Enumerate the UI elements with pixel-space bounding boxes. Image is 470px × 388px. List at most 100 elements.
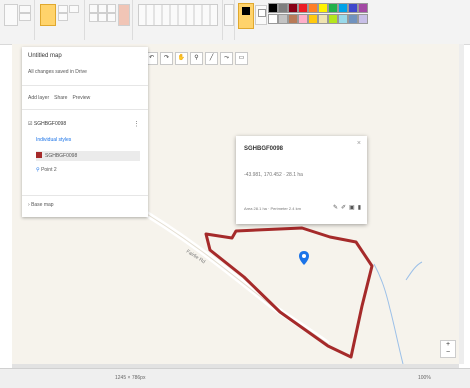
style-icon[interactable]: ✎ — [333, 204, 338, 211]
list-item-selected[interactable]: SGHBGF0098 — [36, 151, 140, 161]
color-swatch[interactable] — [308, 3, 318, 13]
color-swatch[interactable] — [348, 3, 358, 13]
text-icon[interactable] — [107, 4, 116, 13]
base-map-toggle[interactable]: › Base map — [28, 202, 54, 208]
color2-swatch — [258, 9, 266, 17]
color-swatch[interactable] — [328, 14, 338, 24]
brushes-button[interactable] — [118, 4, 130, 26]
color-swatch[interactable] — [278, 3, 288, 13]
size-button[interactable] — [224, 4, 234, 26]
color-swatch[interactable] — [268, 14, 278, 24]
ribbon-group-clipboard — [0, 0, 35, 40]
list-item[interactable]: ⚲ Point 2 — [36, 167, 57, 173]
color-swatch[interactable] — [358, 3, 368, 13]
chevron-icon: › — [28, 202, 30, 208]
color-swatch[interactable] — [288, 3, 298, 13]
color-swatch[interactable] — [268, 3, 278, 13]
divider — [22, 85, 148, 86]
color2-button[interactable] — [255, 5, 267, 25]
status-bar: 1245 × 786px 100% — [0, 368, 470, 388]
cut-button[interactable] — [19, 5, 31, 13]
color-swatch[interactable] — [298, 3, 308, 13]
color-swatch[interactable] — [318, 14, 328, 24]
map-canvas[interactable]: Fairlie Rd ↶ ↷ ✋ ⚲ ╱ ⤳ ▭ Untitled map Al… — [12, 44, 459, 364]
stream-branch — [405, 261, 423, 281]
base-map-label: Base map — [31, 202, 54, 208]
photo-icon[interactable]: ▣ — [349, 204, 355, 211]
color-palette — [268, 3, 368, 27]
color-swatch[interactable] — [348, 14, 358, 24]
share-button[interactable]: Share — [54, 95, 67, 101]
polygon-icon — [36, 152, 42, 158]
select-button[interactable] — [40, 4, 56, 26]
preview-button[interactable]: Preview — [72, 95, 90, 101]
divider — [22, 109, 148, 110]
ribbon-group-image — [34, 0, 85, 40]
parcel-boundary[interactable] — [204, 226, 374, 359]
color1-swatch — [242, 7, 250, 15]
panel-actions: Add layer Share Preview — [28, 95, 90, 101]
color1-button[interactable] — [238, 3, 254, 29]
layer-options-icon[interactable]: ⋮ — [133, 120, 140, 128]
info-popup: SGHBGF0098 × -43.981, 170.452 · 28.1 ha … — [236, 136, 367, 224]
popup-actions: ✎ ✐ ▣ ▮ — [333, 204, 361, 211]
popup-title: SGHBGF0098 — [244, 146, 284, 152]
marker-icon[interactable]: ⚲ — [190, 52, 203, 65]
zoom-level: 100% — [418, 375, 431, 381]
redo-icon[interactable]: ↷ — [160, 52, 173, 65]
road — [128, 201, 330, 347]
ruler-icon[interactable]: ▭ — [235, 52, 248, 65]
map-title[interactable]: Untitled map — [28, 53, 62, 59]
style-link[interactable]: Individual styles — [36, 137, 71, 143]
paste-button[interactable] — [4, 4, 18, 26]
ribbon-group-tools — [84, 0, 133, 40]
color-swatch[interactable] — [328, 3, 338, 13]
list-item-label: Point 2 — [41, 167, 57, 173]
image-size: 1245 × 786px — [115, 375, 146, 381]
fill-icon[interactable] — [98, 4, 107, 13]
color-swatch[interactable] — [288, 14, 298, 24]
edit-icon[interactable]: ✐ — [341, 204, 346, 211]
vertical-scrollbar[interactable] — [459, 44, 464, 364]
ribbon-group-colors — [234, 0, 374, 40]
route-icon[interactable]: ⤳ — [220, 52, 233, 65]
stream — [373, 263, 404, 364]
eraser-icon[interactable] — [89, 13, 98, 22]
zoom-in-icon[interactable]: + — [441, 341, 455, 349]
add-layer-button[interactable]: Add layer — [28, 95, 49, 101]
line-icon[interactable]: ╱ — [205, 52, 218, 65]
ribbon — [0, 0, 470, 45]
map-subtitle: All changes saved in Drive — [28, 69, 87, 75]
picker-icon[interactable] — [98, 13, 107, 22]
rotate-button[interactable] — [69, 5, 79, 13]
map-marker-icon[interactable] — [299, 251, 309, 265]
list-item-label: SGHBGF0098 — [45, 153, 78, 159]
shapes-gallery[interactable] — [138, 4, 218, 26]
popup-footer: Area 28.1 ha · Perimeter 2.4 km — [244, 206, 301, 211]
layer-name[interactable]: ☑ SGHBGF0098 — [28, 121, 66, 127]
color-swatch[interactable] — [338, 3, 348, 13]
pencil-icon[interactable] — [89, 4, 98, 13]
magnifier-icon[interactable] — [107, 13, 116, 22]
delete-icon[interactable]: ▮ — [358, 204, 361, 211]
checkbox-icon[interactable]: ☑ — [28, 121, 32, 127]
color-swatch[interactable] — [318, 3, 328, 13]
layers-panel: Untitled map All changes saved in Drive … — [22, 47, 148, 217]
color-swatch[interactable] — [358, 14, 368, 24]
color-swatch[interactable] — [278, 14, 288, 24]
divider — [22, 195, 148, 196]
crop-button[interactable] — [58, 5, 68, 13]
zoom-out-icon[interactable]: − — [441, 349, 455, 357]
map-toolbar: ↶ ↷ ✋ ⚲ ╱ ⤳ ▭ — [145, 52, 248, 65]
point-icon: ⚲ — [36, 167, 40, 173]
zoom-control[interactable]: + − — [440, 340, 456, 358]
copy-button[interactable] — [19, 13, 31, 21]
color-swatch[interactable] — [308, 14, 318, 24]
hand-icon[interactable]: ✋ — [175, 52, 188, 65]
color-swatch[interactable] — [298, 14, 308, 24]
color-swatch[interactable] — [338, 14, 348, 24]
popup-coords: -43.981, 170.452 · 28.1 ha — [244, 172, 303, 178]
layer-title: SGHBGF0098 — [33, 121, 67, 127]
close-icon[interactable]: × — [357, 140, 361, 147]
resize-button[interactable] — [58, 13, 68, 21]
